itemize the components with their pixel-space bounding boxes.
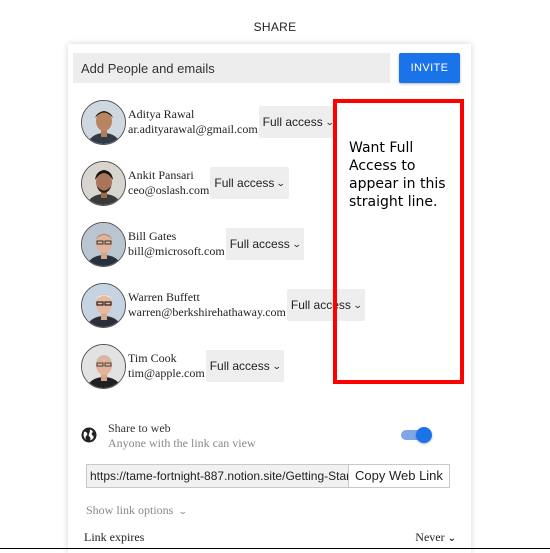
access-dropdown[interactable]: Full access ⌄ <box>225 228 305 260</box>
person-email: bill@microsoft.com <box>128 244 225 258</box>
access-dropdown[interactable]: Full access ⌄ <box>210 167 289 199</box>
avatar <box>81 99 126 145</box>
person-row: Ankit Pansari ceo@oslash.com Full access… <box>81 160 289 206</box>
access-label: Full access <box>229 237 290 251</box>
person-name: Warren Buffett <box>128 290 200 304</box>
person-name: Tim Cook <box>128 351 177 365</box>
chevron-down-icon: ⌄ <box>291 238 302 249</box>
web-link-row: https://tame-fortnight-887.notion.site/G… <box>86 464 450 488</box>
globe-icon <box>81 427 97 443</box>
avatar <box>81 282 126 328</box>
chevron-down-icon: ⌄ <box>271 360 282 371</box>
share-to-web-title: Share to web <box>108 421 171 435</box>
access-label: Full access <box>209 359 270 373</box>
person-details: Bill Gates bill@microsoft.com <box>128 229 225 259</box>
person-name: Bill Gates <box>128 229 177 243</box>
person-row: Bill Gates bill@microsoft.com Full acces… <box>81 221 305 267</box>
access-dropdown[interactable]: Full access ⌄ <box>258 106 338 138</box>
invite-input[interactable] <box>73 53 390 83</box>
person-row: Aditya Rawal ar.adityarawal@gmail.com Fu… <box>81 99 338 145</box>
person-details: Aditya Rawal ar.adityarawal@gmail.com <box>128 107 258 137</box>
copy-web-link-button[interactable]: Copy Web Link <box>349 464 450 488</box>
avatar <box>81 343 126 389</box>
show-link-options[interactable]: Show link options ⌄ <box>86 503 189 518</box>
link-expires-value: Never <box>415 530 445 544</box>
person-email: tim@apple.com <box>128 366 205 380</box>
chevron-down-icon: ⌄ <box>447 533 456 544</box>
person-details: Tim Cook tim@apple.com <box>128 351 205 381</box>
person-details: Ankit Pansari ceo@oslash.com <box>128 168 209 198</box>
person-details: Warren Buffett warren@berkshirehathaway.… <box>128 290 286 320</box>
chevron-down-icon: ⌄ <box>276 177 287 188</box>
link-expires-row: Link expires Never ⌄ <box>84 530 456 546</box>
person-email: warren@berkshirehathaway.com <box>128 305 286 319</box>
web-link-field[interactable]: https://tame-fortnight-887.notion.site/G… <box>86 464 349 488</box>
avatar <box>81 221 126 267</box>
annotation-text: Want Full Access to appear in this strai… <box>349 140 446 210</box>
person-email: ceo@oslash.com <box>128 183 210 197</box>
invite-button[interactable]: INVITE <box>399 53 460 83</box>
bottom-divider <box>0 548 550 549</box>
link-options-label: Show link options <box>86 503 174 517</box>
person-row: Tim Cook tim@apple.com Full access ⌄ <box>81 343 285 389</box>
person-email: ar.adityarawal@gmail.com <box>128 122 258 136</box>
annotation-box: Want Full Access to appear in this strai… <box>333 99 464 384</box>
person-name: Aditya Rawal <box>128 107 195 121</box>
share-title: SHARE <box>253 20 297 34</box>
share-to-web-subtitle: Anyone with the link can view <box>108 436 256 450</box>
invite-row: INVITE <box>73 53 461 83</box>
access-dropdown[interactable]: Full access ⌄ <box>205 350 285 382</box>
chevron-down-icon: ⌄ <box>178 506 189 516</box>
access-label: Full access <box>214 176 275 190</box>
share-to-web-text: Share to web Anyone with the link can vi… <box>108 421 256 451</box>
share-to-web-toggle[interactable] <box>401 427 433 443</box>
person-name: Ankit Pansari <box>128 168 194 182</box>
access-label: Full access <box>262 115 323 129</box>
link-expires-dropdown[interactable]: Never ⌄ <box>415 530 456 545</box>
share-to-web-row: Share to web Anyone with the link can vi… <box>81 420 441 452</box>
avatar <box>81 160 126 206</box>
person-row: Warren Buffett warren@berkshirehathaway.… <box>81 282 366 328</box>
link-expires-label: Link expires <box>84 530 145 544</box>
toggle-knob <box>416 427 432 443</box>
